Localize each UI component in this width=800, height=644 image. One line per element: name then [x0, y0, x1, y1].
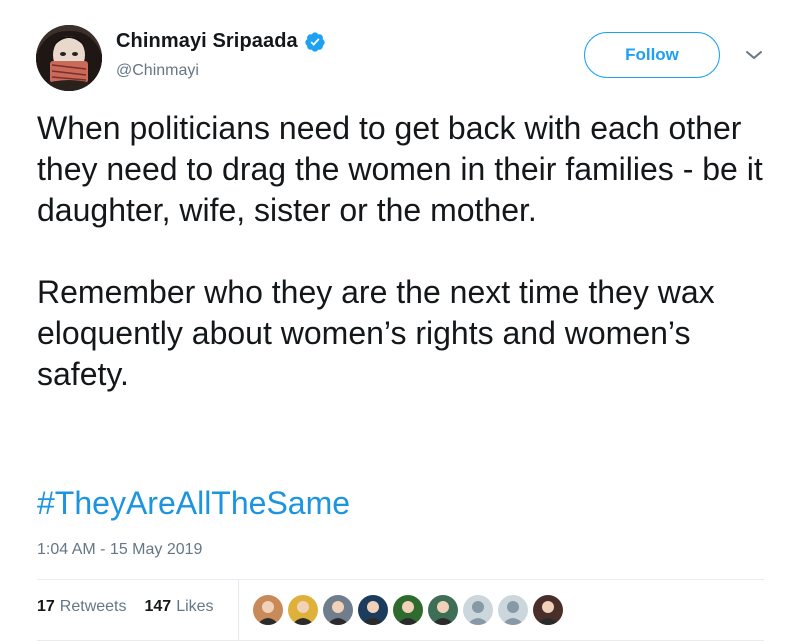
likers-avatar-list [252, 594, 567, 626]
retweets-label: Retweets [59, 598, 127, 615]
stats-divider [238, 580, 239, 640]
liker-avatar[interactable] [462, 594, 494, 626]
liker-avatar[interactable] [322, 594, 354, 626]
likes-count: 147 [144, 598, 172, 615]
profile-photo-icon [358, 595, 388, 625]
divider [37, 640, 764, 641]
retweets-count: 17 [37, 598, 55, 615]
profile-photo-icon [533, 595, 563, 625]
liker-avatar[interactable] [357, 594, 389, 626]
follow-button[interactable]: Follow [584, 32, 720, 78]
liker-avatar[interactable] [392, 594, 424, 626]
verified-badge-icon [304, 31, 326, 53]
tweet-stats: 17 Retweets 147 Likes [37, 598, 232, 616]
liker-avatar[interactable] [532, 594, 564, 626]
tweet-paragraph: When politicians need to get back with e… [37, 110, 763, 228]
avatar-illustration [36, 25, 102, 91]
liker-avatar[interactable] [252, 594, 284, 626]
default-avatar-icon [463, 595, 493, 625]
liker-avatar[interactable] [427, 594, 459, 626]
profile-photo-icon [288, 595, 318, 625]
profile-photo-icon [393, 595, 423, 625]
author-display-name[interactable]: Chinmayi Sripaada [116, 30, 298, 53]
tweet-timestamp[interactable]: 1:04 AM - 15 May 2019 [37, 541, 202, 559]
retweets-stat[interactable]: 17 Retweets [37, 598, 127, 616]
profile-photo-icon [253, 595, 283, 625]
profile-photo-icon [428, 595, 458, 625]
liker-avatar[interactable] [497, 594, 529, 626]
tweet-card: Chinmayi Sripaada @Chinmayi Follow When … [0, 0, 800, 644]
divider [37, 579, 764, 580]
chevron-down-icon[interactable] [744, 48, 764, 62]
author-handle[interactable]: @Chinmayi [116, 62, 199, 80]
likes-label: Likes [176, 598, 214, 615]
default-avatar-icon [498, 595, 528, 625]
hashtag-link[interactable]: #TheyAreAllTheSame [37, 483, 350, 524]
liker-avatar[interactable] [287, 594, 319, 626]
tweet-paragraph: Remember who they are the next time they… [37, 274, 715, 392]
tweet-text: When politicians need to get back with e… [37, 108, 767, 395]
likes-stat[interactable]: 147 Likes [145, 598, 214, 616]
profile-photo-icon [323, 595, 353, 625]
author-name-row: Chinmayi Sripaada [116, 30, 326, 53]
author-avatar[interactable] [36, 25, 102, 91]
